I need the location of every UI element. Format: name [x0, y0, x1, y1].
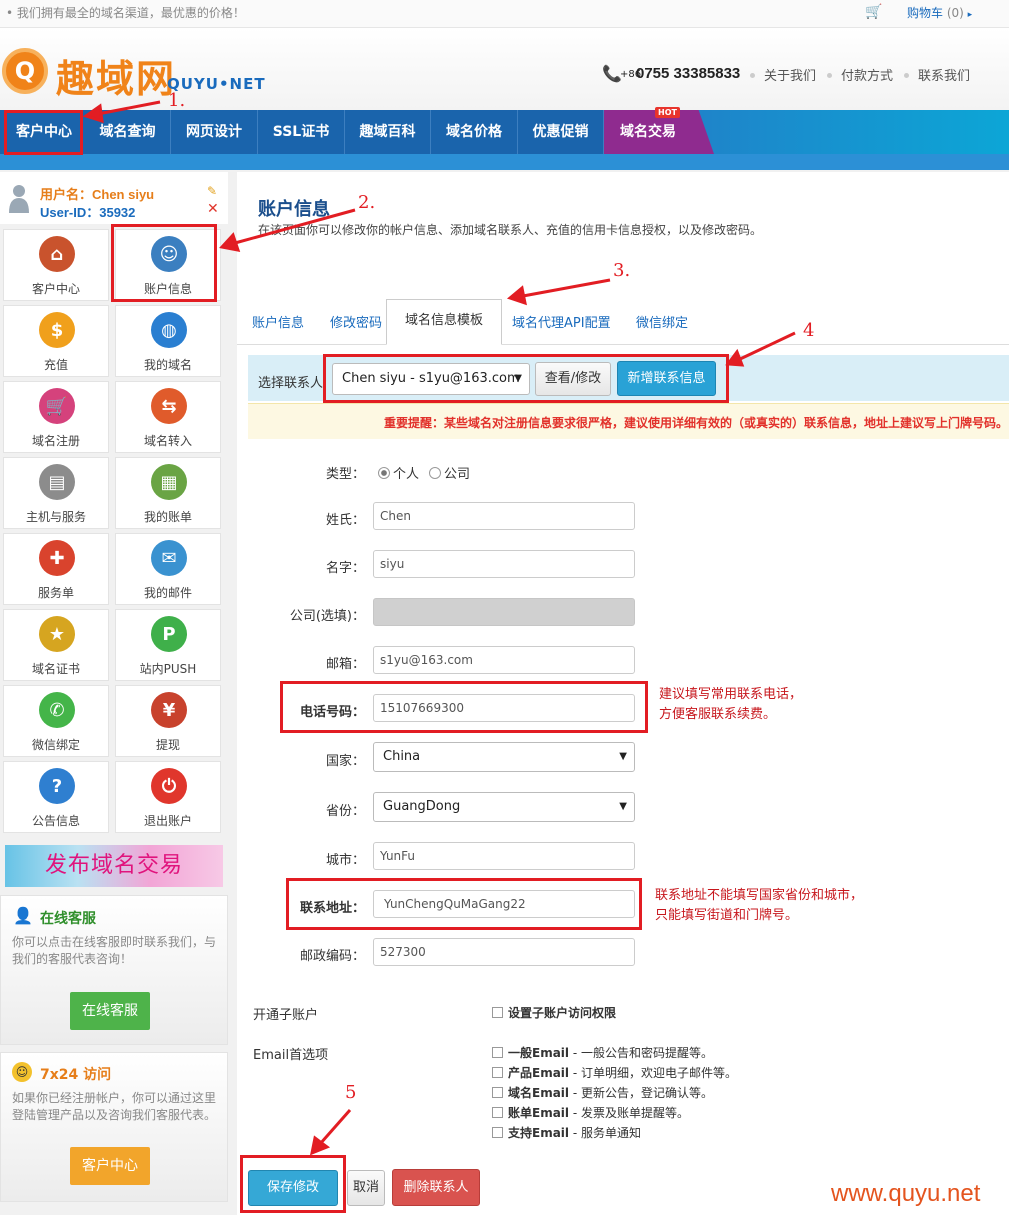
step-4-label: 4 [803, 320, 815, 341]
watermark: www.quyu.net [831, 1180, 981, 1207]
address-note-line-1: 联系地址不能填写国家省份和城市， [655, 888, 864, 903]
step-3-label: 3. [613, 260, 631, 281]
phone-note: 建议填写常用联系电话， 方便客服联系续费。 [659, 685, 802, 725]
annotation-arrows [82, 100, 796, 1156]
address-note-line-2: 只能填写街道和门牌号。 [655, 908, 799, 923]
step-1-label: 1. [168, 90, 186, 111]
step-5-label: 5 [345, 1082, 357, 1103]
step-2-label: 2. [358, 192, 376, 213]
address-note: 联系地址不能填写国家省份和城市， 只能填写街道和门牌号。 [655, 886, 863, 926]
phone-note-line-2: 方便客服联系续费。 [659, 707, 777, 722]
phone-note-line-1: 建议填写常用联系电话， [659, 687, 803, 702]
